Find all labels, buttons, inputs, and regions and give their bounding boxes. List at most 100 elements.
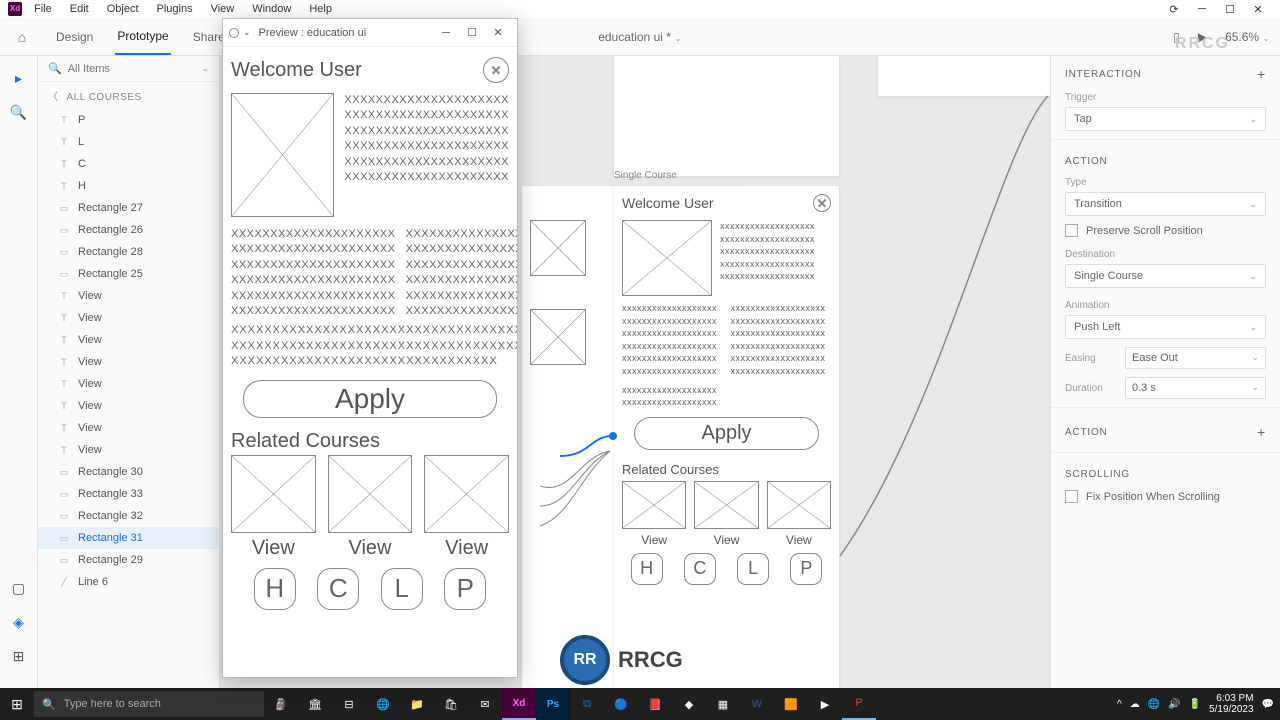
preview-maximize-icon[interactable]: ☐ [459, 26, 485, 39]
preview-apply-button[interactable]: Apply [243, 380, 497, 418]
menu-edit[interactable]: Edit [70, 3, 89, 15]
preview-dropdown-icon[interactable]: ⌄ [243, 27, 251, 38]
sync-icon[interactable]: ⟳ [1160, 3, 1188, 16]
layer-item[interactable]: TView [38, 351, 219, 373]
duration-input[interactable]: 0.3 s⌄ [1125, 377, 1266, 399]
battery-icon[interactable]: 🔋 [1189, 699, 1201, 710]
nav-h[interactable]: H [254, 568, 296, 610]
nav-l[interactable]: L [381, 568, 423, 610]
tab-prototype[interactable]: Prototype [115, 19, 170, 55]
chrome-icon[interactable]: 🔵 [604, 688, 638, 720]
layers-search-input[interactable] [68, 63, 202, 75]
layer-item[interactable]: TL [38, 131, 219, 153]
menu-object[interactable]: Object [107, 3, 139, 15]
preserve-scroll-checkbox[interactable]: Preserve Scroll Position [1065, 224, 1266, 237]
trigger-select[interactable]: Tap⌄ [1065, 107, 1266, 131]
zoom-level[interactable]: 65.6% ⌄ [1225, 30, 1270, 44]
nav-c[interactable]: C [317, 568, 359, 610]
libraries-icon[interactable]: ▢ [7, 576, 31, 600]
taskbar-clock[interactable]: 6:03 PM 5/19/2023 [1209, 693, 1254, 715]
layer-item[interactable]: ▭Rectangle 27 [38, 197, 219, 219]
edge-icon[interactable]: 🌐 [366, 688, 400, 720]
animation-select[interactable]: Push Left⌄ [1065, 315, 1266, 339]
nav-p[interactable]: P [444, 568, 486, 610]
layer-item[interactable]: ▭Rectangle 26 [38, 219, 219, 241]
layers-icon[interactable]: ◈ [7, 610, 31, 634]
network-icon[interactable]: 🌐 [1148, 699, 1160, 710]
app-icon-2[interactable]: ◆ [672, 688, 706, 720]
select-tool-icon[interactable]: ▸ [7, 66, 31, 90]
layer-item[interactable]: ▭Rectangle 32 [38, 505, 219, 527]
preview-minimize-icon[interactable]: ─ [433, 27, 459, 39]
layer-item[interactable]: TView [38, 439, 219, 461]
destination-select[interactable]: Single Course⌄ [1065, 264, 1266, 288]
menu-view[interactable]: View [211, 3, 235, 15]
ps-icon[interactable]: Ps [536, 688, 570, 720]
volume-icon[interactable]: 🔊 [1168, 699, 1180, 710]
task-view-icon[interactable]: ⊟ [332, 688, 366, 720]
layer-item[interactable]: ▭Rectangle 25 [38, 263, 219, 285]
layer-item[interactable]: TC [38, 153, 219, 175]
record-icon[interactable] [229, 28, 239, 38]
menu-help[interactable]: Help [309, 3, 332, 15]
document-title[interactable]: education ui * ⌄ [598, 30, 682, 44]
window-minimize-icon[interactable]: ─ [1188, 3, 1216, 15]
tab-design[interactable]: Design [54, 20, 95, 54]
layer-item[interactable]: TView [38, 285, 219, 307]
zoom-tool-icon[interactable]: 🔍 [7, 100, 31, 124]
layer-item[interactable]: TView [38, 373, 219, 395]
layer-item[interactable]: TView [38, 307, 219, 329]
fix-position-checkbox[interactable]: Fix Position When Scrolling [1065, 490, 1266, 503]
taskbar-app-1[interactable]: 🗿 [264, 688, 298, 720]
layer-item[interactable]: TView [38, 417, 219, 439]
layer-item[interactable]: ▭Rectangle 33 [38, 483, 219, 505]
word-icon[interactable]: W [740, 688, 774, 720]
layer-item[interactable]: TP [38, 109, 219, 131]
artboard-label[interactable]: Single Course [614, 170, 677, 181]
onedrive-icon[interactable]: ☁ [1130, 699, 1140, 710]
store-icon[interactable]: 🛍 [434, 688, 468, 720]
explorer-icon[interactable]: 📁 [400, 688, 434, 720]
powerpoint-icon[interactable]: P [842, 688, 876, 720]
plugins-icon[interactable]: ⊞ [7, 644, 31, 668]
preview-body[interactable]: Welcome User XXXXXXXXXXXXXXXXXXXXX XXXXX… [223, 47, 517, 677]
layer-item[interactable]: ▭Rectangle 28 [38, 241, 219, 263]
app-icon-5[interactable]: ▶ [808, 688, 842, 720]
preview-close-icon[interactable]: ✕ [485, 26, 511, 39]
layer-item[interactable]: TView [38, 395, 219, 417]
window-close-icon[interactable]: ✕ [1244, 3, 1272, 16]
taskbar-search[interactable]: 🔍Type here to search [34, 691, 264, 717]
layers-search[interactable]: 🔍 ⌄ [38, 56, 219, 82]
mail-icon[interactable]: ✉ [468, 688, 502, 720]
menu-plugins[interactable]: Plugins [157, 3, 193, 15]
notifications-icon[interactable]: 💬 [1262, 699, 1274, 710]
layer-item[interactable]: TH [38, 175, 219, 197]
app-icon-1[interactable]: 📕 [638, 688, 672, 720]
xd-taskbar-icon[interactable]: Xd [502, 688, 536, 720]
add-interaction-icon[interactable]: + [1257, 66, 1266, 82]
add-action-icon[interactable]: + [1257, 424, 1266, 440]
artboard-single-course[interactable]: Single Course Welcome User xxxxxxxxxxxxx… [614, 186, 839, 688]
menu-window[interactable]: Window [252, 3, 291, 15]
system-tray[interactable]: ^ ☁ 🌐 🔊 🔋 6:03 PM 5/19/2023 💬 [1117, 693, 1280, 715]
preview-window[interactable]: ⌄ Preview : education ui ─ ☐ ✕ Welcome U… [222, 18, 518, 678]
menu-file[interactable]: File [34, 3, 52, 15]
layer-item[interactable]: TView [38, 329, 219, 351]
layers-breadcrumb[interactable]: 〈ALL COURSES [38, 82, 219, 109]
start-button[interactable]: ⊞ [0, 696, 34, 713]
apply-button[interactable]: Apply [634, 417, 819, 450]
home-icon[interactable]: ⌂ [10, 29, 34, 45]
taskbar-app-2[interactable]: 🏛 [298, 688, 332, 720]
layer-item[interactable]: ╱Line 6 [38, 571, 219, 593]
layer-item[interactable]: ▭Rectangle 30 [38, 461, 219, 483]
vscode-icon[interactable]: ⧉ [570, 688, 604, 720]
app-icon-3[interactable]: ▦ [706, 688, 740, 720]
close-icon[interactable] [483, 57, 509, 83]
type-select[interactable]: Transition⌄ [1065, 192, 1266, 216]
easing-select[interactable]: Ease Out⌄ [1125, 347, 1266, 369]
layer-item[interactable]: ▭Rectangle 29 [38, 549, 219, 571]
window-maximize-icon[interactable]: ☐ [1216, 3, 1244, 16]
tray-chevron-icon[interactable]: ^ [1117, 699, 1122, 710]
layer-item[interactable]: ▭Rectangle 31 [38, 527, 219, 549]
app-icon-4[interactable]: 🟧 [774, 688, 808, 720]
